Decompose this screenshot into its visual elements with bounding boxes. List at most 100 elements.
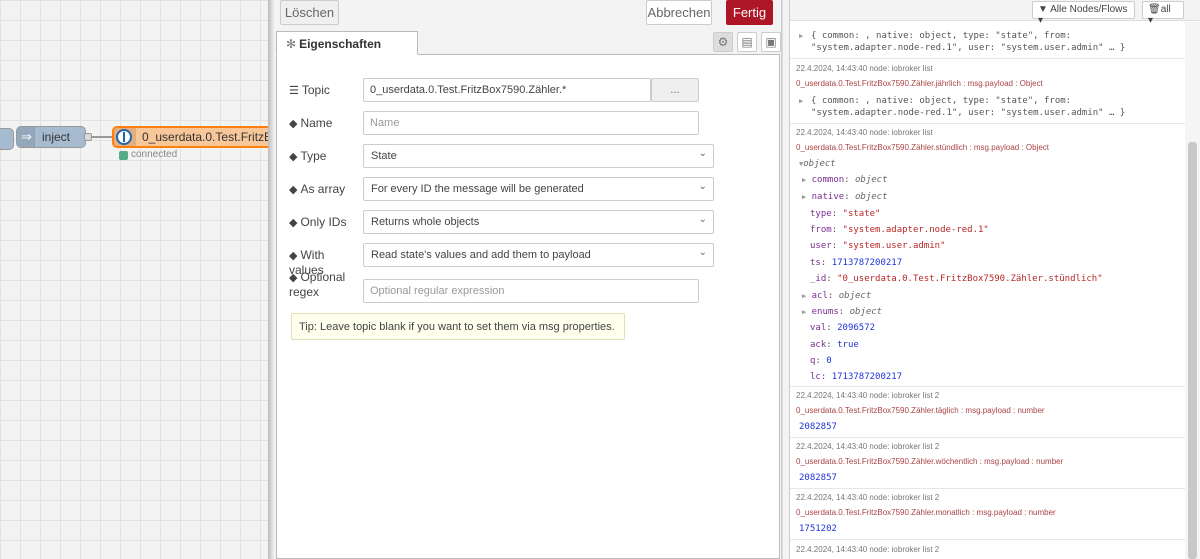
with-values-select[interactable]: Read state's values and add them to payl… <box>363 243 714 267</box>
arrow-right-icon: ⇒ <box>21 129 32 144</box>
prop-lc: lc: 1713787200217 <box>810 372 903 382</box>
status-dot-icon <box>119 151 128 160</box>
prop-ack: ack: true <box>810 340 859 350</box>
iobroker-icon <box>116 129 132 145</box>
debug-message[interactable]: ▶{ common: , native: object, type: "stat… <box>790 22 1185 59</box>
only-ids-label: ◆ Only IDs <box>289 215 347 229</box>
node-settings-button[interactable]: ⚙ <box>713 32 733 52</box>
node-description-button[interactable]: ▤ <box>737 32 757 52</box>
message-meta: 22.4.2024, 14:43:40 node: iobroker list … <box>796 442 940 451</box>
cancel-button[interactable]: Abbrechen <box>646 0 712 25</box>
tag-icon: ◆ <box>289 272 298 284</box>
regex-row: ◆ Optional regex Optional regular express… <box>287 270 777 306</box>
partial-node[interactable] <box>0 128 14 150</box>
debug-message-list[interactable]: ▶{ common: , native: object, type: "stat… <box>790 22 1185 559</box>
tag-icon: ◆ <box>289 250 298 262</box>
message-topic: 0_userdata.0.Test.FritzBox7590.Zähler.mo… <box>796 508 1056 517</box>
chevron-down-icon: ⌄ <box>698 181 707 192</box>
prop-enums[interactable]: ▶ enums: object <box>802 307 882 317</box>
prop-id: _id: "0_userdata.0.Test.FritzBox7590.Zäh… <box>810 274 1103 284</box>
type-row: ◆ Type State ⌄ <box>287 144 777 168</box>
edit-tray: Löschen Abbrechen Fertig ✻ Eigenschaften … <box>274 0 782 559</box>
topic-row: ☰ Topic 0_userdata.0.Test.FritzBox7590.Zä… <box>287 78 777 102</box>
message-topic: 0_userdata.0.Test.FritzBox7590.Zähler.st… <box>796 143 1050 152</box>
only-ids-select[interactable]: Returns whole objects ⌄ <box>363 210 714 234</box>
prop-common[interactable]: ▶ common: object <box>802 175 888 185</box>
expand-icon[interactable]: ▶ <box>802 292 806 300</box>
only-ids-row: ◆ Only IDs Returns whole objects ⌄ <box>287 210 777 234</box>
appearance-icon: ▣ <box>765 35 777 49</box>
gear-icon: ✻ <box>286 37 297 51</box>
tag-icon: ◆ <box>289 118 298 130</box>
properties-panel: ☰ Topic 0_userdata.0.Test.FritzBox7590.Zä… <box>276 54 780 559</box>
regex-label: ◆ Optional regex <box>289 270 346 299</box>
debug-message[interactable]: 22.4.2024, 14:43:40 node: iobroker list … <box>790 489 1185 540</box>
tab-properties-label: Eigenschaften <box>299 37 382 51</box>
message-topic: 0_userdata.0.Test.FritzBox7590.Zähler.jä… <box>796 79 1043 88</box>
message-value: 1751202 <box>799 524 837 534</box>
iobroker-list-node[interactable]: 0_userdata.0.Test.FritzBox7590 <box>112 126 268 148</box>
expand-icon[interactable]: ▶ <box>799 30 803 42</box>
debug-message[interactable]: 22.4.2024, 14:43:40 node: iobroker list … <box>790 438 1185 489</box>
type-select[interactable]: State ⌄ <box>363 144 714 168</box>
done-button[interactable]: Fertig <box>726 0 773 25</box>
scrollbar-thumb[interactable] <box>1188 142 1197 559</box>
object-root[interactable]: ▼object <box>799 159 836 169</box>
debug-toolbar: ▼ Alle Nodes/Flows ▾ 🗑all ▾ <box>790 0 1200 26</box>
message-topic: 0_userdata.0.Test.FritzBox7590.Zähler.tä… <box>796 406 1045 415</box>
tag-icon: ◆ <box>289 217 298 229</box>
tip-box: Tip: Leave topic blank if you want to se… <box>291 313 625 340</box>
prop-acl[interactable]: ▶ acl: object <box>802 291 871 301</box>
prop-ts: ts: 1713787200217 <box>810 258 903 268</box>
output-port[interactable] <box>84 133 92 141</box>
gear-icon: ⚙ <box>717 35 729 49</box>
expand-icon[interactable]: ▶ <box>799 95 803 107</box>
prop-native[interactable]: ▶ native: object <box>802 192 888 202</box>
node-status-text: connected <box>131 149 178 160</box>
flow-workspace[interactable]: ⇒ inject 0_userdata.0.Test.FritzBox7590 … <box>0 0 268 559</box>
expand-icon[interactable]: ▶ <box>802 308 806 316</box>
message-meta: 22.4.2024, 14:43:40 node: iobroker list … <box>796 493 940 502</box>
prop-val: val: 2096572 <box>810 323 876 333</box>
debug-message[interactable]: 22.4.2024, 14:43:40 node: iobroker list … <box>790 124 1185 387</box>
message-meta: 22.4.2024, 14:43:40 node: iobroker list <box>796 64 933 73</box>
chevron-down-icon: ⌄ <box>698 247 707 258</box>
type-label: ◆ Type <box>289 149 327 163</box>
message-meta: 22.4.2024, 14:43:40 node: iobroker list … <box>796 545 940 554</box>
debug-sidebar: ▼ Alle Nodes/Flows ▾ 🗑all ▾ ▶{ common: ,… <box>790 0 1200 559</box>
topic-label: ☰ Topic <box>289 83 330 97</box>
tag-icon: ◆ <box>289 184 298 196</box>
debug-message[interactable]: 22.4.2024, 14:43:40 node: iobroker list … <box>790 59 1185 124</box>
inject-node-label: inject <box>42 130 71 144</box>
message-value: 2082857 <box>799 422 837 432</box>
as-array-label: ◆ As array <box>289 182 346 196</box>
name-input[interactable]: Name <box>363 111 699 135</box>
expand-icon[interactable]: ▶ <box>802 193 806 201</box>
tasks-icon: ☰ <box>289 85 299 97</box>
prop-q: q: 0 <box>810 356 832 366</box>
node-appearance-button[interactable]: ▣ <box>761 32 781 52</box>
iobroker-node-label: 0_userdata.0.Test.FritzBox7590 <box>142 130 268 144</box>
message-summary[interactable]: ▶{ common: , native: object, type: "stat… <box>799 30 1179 54</box>
tag-icon: ◆ <box>289 151 298 163</box>
topic-browse-button[interactable]: ... <box>651 78 699 102</box>
message-topic: 0_userdata.0.Test.FritzBox7590.Zähler.wö… <box>796 457 1064 466</box>
name-label: ◆ Name <box>289 116 333 130</box>
inject-node[interactable]: ⇒ inject <box>16 126 86 148</box>
filter-dropdown[interactable]: ▼ Alle Nodes/Flows ▾ <box>1032 1 1135 26</box>
filter-icon: ▼ <box>1038 4 1048 15</box>
topic-input[interactable]: 0_userdata.0.Test.FritzBox7590.Zähler.* <box>363 78 651 102</box>
wire[interactable] <box>92 136 114 138</box>
tab-properties[interactable]: ✻ Eigenschaften <box>276 31 418 55</box>
clear-dropdown[interactable]: 🗑all ▾ <box>1142 1 1184 26</box>
message-summary[interactable]: ▶{ common: , native: object, type: "stat… <box>799 95 1179 119</box>
expand-icon[interactable]: ▶ <box>802 176 806 184</box>
prop-from: from: "system.adapter.node-red.1" <box>810 225 989 235</box>
message-meta: 22.4.2024, 14:43:40 node: iobroker list … <box>796 391 940 400</box>
regex-input[interactable]: Optional regular expression <box>363 279 699 303</box>
as-array-select[interactable]: For every ID the message will be generat… <box>363 177 714 201</box>
chevron-down-icon: ⌄ <box>698 148 707 159</box>
delete-button[interactable]: Löschen <box>280 0 339 25</box>
debug-message[interactable]: 22.4.2024, 14:43:40 node: iobroker list … <box>790 540 1185 559</box>
debug-message[interactable]: 22.4.2024, 14:43:40 node: iobroker list … <box>790 387 1185 438</box>
